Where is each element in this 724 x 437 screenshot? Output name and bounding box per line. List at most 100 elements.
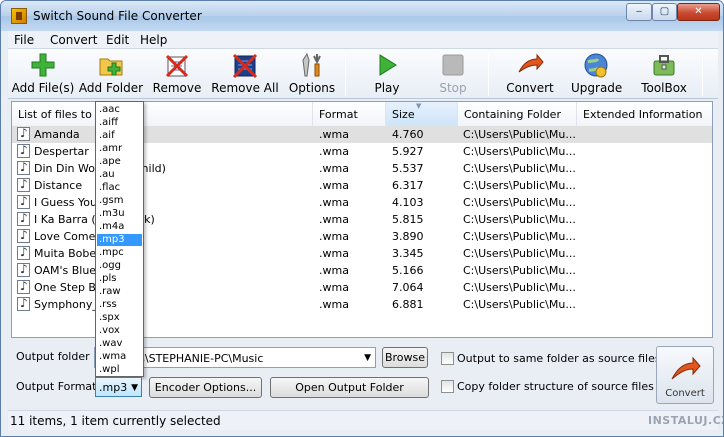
toolbar-separator [488,54,489,96]
convert-big-label: Convert [665,388,705,399]
column-header-name[interactable]: List of files to convert [12,102,313,126]
output-format-combo[interactable]: .mp3 ▼ [95,377,142,397]
options-icon [302,52,321,77]
cell-format: .wma [319,145,349,158]
cell-format: .wma [319,213,349,226]
cell-size: 5.927 [392,145,424,158]
upgrade-icon [584,53,608,78]
music-note-icon [17,177,30,192]
convert-big-button[interactable]: Convert [656,346,714,404]
cell-name: Amanda [34,128,80,141]
cell-folder: C:\Users\Public\Mu... [463,298,576,311]
same-folder-label: Output to same folder as source files [457,352,661,365]
column-header-format[interactable]: Format [313,102,386,126]
browse-button[interactable]: Browse [382,347,428,368]
format-option[interactable]: .amr [97,143,142,155]
encoder-options-button[interactable]: Encoder Options... [149,377,262,398]
remove-icon [165,54,189,78]
cell-format: .wma [319,196,349,209]
cell-format: .wma [319,128,349,141]
cell-format: .wma [319,162,349,175]
menu-convert[interactable]: Convert [50,33,97,47]
format-option[interactable]: .m4a [97,221,142,233]
format-option[interactable]: .flac [97,182,142,194]
sort-descending-icon: ▼ [416,102,422,110]
add-files-label: Add File(s) [11,81,75,95]
copy-structure-label: Copy folder structure of source files [457,380,654,393]
menu-help[interactable]: Help [140,33,167,47]
minimize-button[interactable]: ‒ [626,3,652,21]
format-option[interactable]: .vox [97,325,142,337]
menu-edit[interactable]: Edit [106,33,129,47]
column-header-extended[interactable]: Extended Information [577,102,712,126]
cell-folder: C:\Users\Public\Mu... [463,145,576,158]
format-option[interactable]: .spx [97,312,142,324]
cell-format: .wma [319,230,349,243]
cell-size: 4.103 [392,196,424,209]
title-bar[interactable]: Switch Sound File Converter ‒ ▢ ✕ [1,1,723,31]
cell-format: .wma [319,264,349,277]
cell-size: 5.537 [392,162,424,175]
toolbar-separator [345,54,346,96]
cell-folder: C:\Users\Public\Mu... [463,264,576,277]
format-dropdown-list: .aac .aiff .aif .amr .ape .au .flac .gsm .m3u .m4… [95,101,144,377]
cell-name: Despertar [34,145,89,158]
format-option[interactable]: .ape [97,156,142,168]
stop-icon [442,54,464,76]
remove-button[interactable]: Remove [150,52,204,98]
toolbox-button[interactable]: ToolBox [638,52,690,98]
column-header-folder[interactable]: Containing Folder [458,102,577,126]
format-option[interactable]: .mpc [97,247,142,259]
options-label: Options [288,81,336,95]
format-option[interactable]: .raw [97,286,142,298]
add-files-button[interactable]: Add File(s) [11,52,75,98]
format-option[interactable]: .wma [97,351,142,363]
music-note-icon [17,262,30,277]
output-folder-label: Output folder [16,350,90,363]
cell-format: .wma [319,179,349,192]
format-option[interactable]: .pls [97,273,142,285]
remove-all-button[interactable]: Remove All [211,52,279,98]
window-title: Switch Sound File Converter [33,9,202,23]
add-icon [31,53,55,77]
upgrade-button[interactable]: Upgrade [571,52,622,98]
chevron-down-icon: ▼ [364,353,371,363]
stop-button[interactable]: Stop [435,52,471,98]
cell-folder: C:\Users\Public\Mu... [463,247,576,260]
cell-folder: C:\Users\Public\Mu... [463,162,576,175]
format-option[interactable]: .wpl [97,364,142,376]
format-option[interactable]: .aac [97,104,142,116]
cell-name: I Ka Barra (Your Work) [34,213,155,226]
cell-size: 5.166 [392,264,424,277]
close-button[interactable]: ✕ [677,3,720,21]
music-note-icon [17,143,30,158]
format-option[interactable]: .rss [97,299,142,311]
cell-name: I Guess You're Right [34,196,144,209]
play-button[interactable]: Play [368,52,406,98]
cell-size: 5.815 [392,213,424,226]
menu-file[interactable]: File [14,33,34,47]
format-option[interactable]: .m3u [97,208,142,220]
format-option[interactable]: .wav [97,338,142,350]
options-button[interactable]: Options [286,52,338,98]
column-header-size-label: Size [392,108,415,121]
format-option[interactable]: .au [97,169,142,181]
same-folder-checkbox[interactable] [441,352,454,365]
format-option[interactable]: .aif [97,130,142,142]
copy-structure-checkbox[interactable] [441,380,454,393]
column-header-size[interactable]: ▼ Size [386,102,458,126]
convert-button[interactable]: Convert [504,52,556,98]
open-output-folder-button[interactable]: Open Output Folder [270,377,429,398]
cell-format: .wma [319,298,349,311]
add-folder-button[interactable]: Add Folder [78,52,144,98]
cell-format: .wma [319,247,349,260]
status-text: 11 items, 1 item currently selected [10,414,221,428]
maximize-button[interactable]: ▢ [652,3,677,21]
format-option[interactable]: .gsm [97,195,142,207]
convert-icon [671,356,701,380]
format-option[interactable]: .aiff [97,117,142,129]
remove-all-label: Remove All [211,81,279,95]
format-option[interactable]: .mp3 [97,234,142,246]
toolbar-separator [702,54,703,96]
format-option[interactable]: .ogg [97,260,142,272]
